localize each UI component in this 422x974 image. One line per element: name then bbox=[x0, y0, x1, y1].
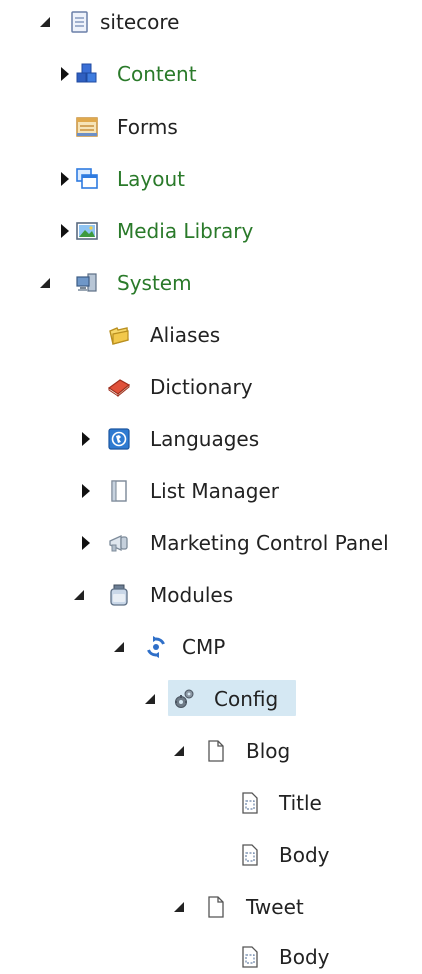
tree-node-label: Tweet bbox=[246, 895, 304, 919]
tree-node-modules[interactable]: Modules bbox=[0, 579, 260, 611]
tree-node-forms[interactable]: Forms bbox=[0, 111, 240, 143]
tree-node-label: Forms bbox=[117, 115, 178, 139]
tree-node-content[interactable]: Content bbox=[0, 58, 240, 90]
field-icon bbox=[238, 791, 262, 815]
modules-jar-icon bbox=[107, 583, 131, 607]
tree-node-label: Body bbox=[279, 945, 330, 969]
field-icon bbox=[238, 945, 262, 969]
tree-node-list-manager[interactable]: List Manager bbox=[0, 475, 320, 507]
expand-toggle-list-manager[interactable] bbox=[79, 484, 93, 498]
tree-node-system[interactable]: System bbox=[0, 267, 240, 299]
expand-toggle-tweet[interactable] bbox=[172, 900, 186, 914]
expand-toggle-sitecore[interactable] bbox=[38, 15, 52, 29]
tree-node-label: Blog bbox=[246, 739, 291, 763]
expand-toggle-languages[interactable] bbox=[79, 432, 93, 446]
system-computer-icon bbox=[75, 271, 99, 295]
tree-node-label: Marketing Control Panel bbox=[150, 531, 389, 555]
tree-node-label: Aliases bbox=[150, 323, 221, 347]
tree-node-dictionary[interactable]: Dictionary bbox=[0, 371, 280, 403]
expand-toggle-media-library[interactable] bbox=[58, 224, 72, 238]
tree-node-title[interactable]: Title bbox=[0, 787, 330, 819]
expand-toggle-cmp[interactable] bbox=[112, 640, 126, 654]
tree-node-label: Media Library bbox=[117, 219, 254, 243]
tree-node-label: Content bbox=[117, 62, 197, 86]
tree-node-marketing-control-panel[interactable]: Marketing Control Panel bbox=[0, 527, 422, 559]
tree-node-media-library[interactable]: Media Library bbox=[0, 215, 280, 247]
gears-icon bbox=[172, 687, 196, 711]
document-icon bbox=[204, 895, 228, 919]
document-icon bbox=[204, 739, 228, 763]
tree-node-label: sitecore bbox=[100, 10, 180, 34]
tree-node-config[interactable]: Config bbox=[0, 683, 300, 715]
tree-node-label: Config bbox=[214, 687, 279, 711]
tree-node-body[interactable]: Body bbox=[0, 941, 340, 973]
globe-icon bbox=[107, 427, 131, 451]
tree-node-sitecore[interactable]: sitecore bbox=[0, 6, 200, 38]
tree-node-blog[interactable]: Blog bbox=[0, 735, 300, 767]
tree-node-label: List Manager bbox=[150, 479, 279, 503]
page-icon bbox=[68, 10, 92, 34]
tree-node-label: Modules bbox=[150, 583, 234, 607]
expand-toggle-blog[interactable] bbox=[172, 744, 186, 758]
tree-node-layout[interactable]: Layout bbox=[0, 163, 240, 195]
tree-node-label: Layout bbox=[117, 167, 185, 191]
tree-node-label: Body bbox=[279, 843, 330, 867]
forms-icon bbox=[75, 115, 99, 139]
tree-node-label: Dictionary bbox=[150, 375, 253, 399]
tree-node-label: System bbox=[117, 271, 192, 295]
tree-node-tweet[interactable]: Tweet bbox=[0, 891, 320, 923]
megaphone-icon bbox=[107, 531, 131, 555]
tree-node-label: Title bbox=[279, 791, 322, 815]
field-icon bbox=[238, 843, 262, 867]
expand-toggle-system[interactable] bbox=[38, 276, 52, 290]
expand-toggle-layout[interactable] bbox=[58, 172, 72, 186]
folder-icon bbox=[107, 323, 131, 347]
dictionary-book-icon bbox=[107, 375, 131, 399]
expand-toggle-modules[interactable] bbox=[72, 588, 86, 602]
expand-toggle-config[interactable] bbox=[143, 692, 157, 706]
tree-node-cmp[interactable]: CMP bbox=[0, 631, 260, 663]
tree-node-aliases[interactable]: Aliases bbox=[0, 319, 260, 351]
media-image-icon bbox=[75, 219, 99, 243]
content-cubes-icon bbox=[75, 62, 99, 86]
sync-icon bbox=[144, 635, 168, 659]
content-tree: sitecore Content Forms Layout Media Libr… bbox=[0, 0, 422, 974]
tree-node-label: Languages bbox=[150, 427, 260, 451]
list-manager-icon bbox=[107, 479, 131, 503]
layout-windows-icon bbox=[75, 167, 99, 191]
tree-node-label: CMP bbox=[182, 635, 226, 659]
expand-toggle-marketing-control-panel[interactable] bbox=[79, 536, 93, 550]
tree-node-languages[interactable]: Languages bbox=[0, 423, 290, 455]
expand-toggle-content[interactable] bbox=[58, 67, 72, 81]
tree-node-body[interactable]: Body bbox=[0, 839, 340, 871]
